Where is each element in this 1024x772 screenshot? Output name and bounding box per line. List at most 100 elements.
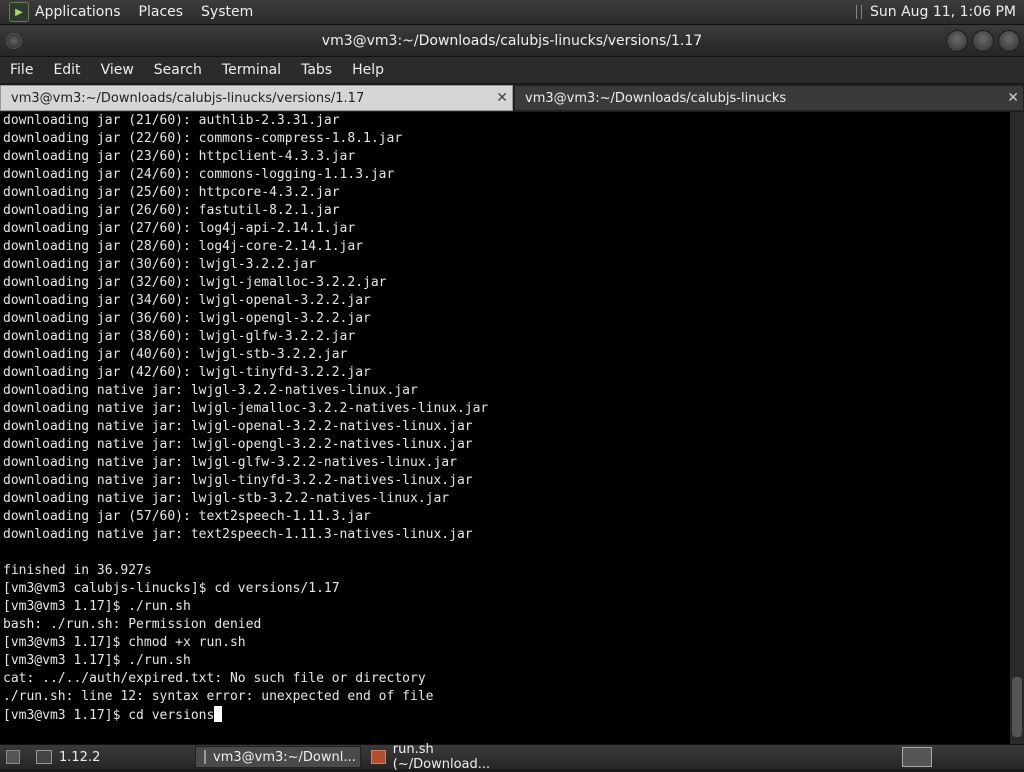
terminal-line: downloading jar (28/60): log4j-core-2.14… [0,238,1010,256]
terminal-line: downloading jar (57/60): text2speech-1.1… [0,508,1010,526]
bottom-panel: 1.12.2 vm3@vm3:~/Downl... run.sh (~/Down… [0,742,1024,772]
terminal-line: downloading native jar: lwjgl-tinyfd-3.2… [0,472,1010,490]
panel-separator-icon [856,5,862,19]
terminal-line-text: downloading jar (32/60): lwjgl-jemalloc-… [3,275,387,290]
terminal-line: [vm3@vm3 1.17]$ ./run.sh [0,652,1010,670]
terminal-line-text: downloading native jar: lwjgl-tinyfd-3.2… [3,473,473,488]
terminal-scrollbar[interactable] [1010,112,1024,744]
terminal-line-text: [vm3@vm3 1.17]$ ./run.sh [3,599,191,614]
menu-terminal[interactable]: Terminal [222,62,281,78]
terminal-line: bash: ./run.sh: Permission denied [0,616,1010,634]
terminal-line-text: downloading native jar: lwjgl-stb-3.2.2-… [3,491,450,506]
terminal-line-text: downloading jar (30/60): lwjgl-3.2.2.jar [3,257,317,272]
applications-icon[interactable]: ▶ [9,2,29,22]
terminal-line-text: downloading jar (26/60): fastutil-8.2.1.… [3,203,340,218]
terminal-line-text: downloading native jar: lwjgl-opengl-3.2… [3,437,473,452]
terminal-line-text: downloading jar (22/60): commons-compres… [3,131,403,146]
tab-close-icon[interactable]: ✕ [1007,90,1019,106]
tab-active[interactable]: vm3@vm3:~/Downloads/calubjs-linucks/vers… [0,85,513,111]
window-menu-icon[interactable] [6,33,22,49]
scrollbar-thumb[interactable] [1012,677,1022,737]
terminal-line-text: downloading jar (57/60): text2speech-1.1… [3,509,371,524]
terminal-line-text: downloading jar (40/60): lwjgl-stb-3.2.2… [3,347,348,362]
terminal-line-text: downloading native jar: lwjgl-glfw-3.2.2… [3,455,457,470]
terminal-line: downloading jar (23/60): httpclient-4.3.… [0,148,1010,166]
terminal-line-text: downloading jar (27/60): log4j-api-2.14.… [3,221,356,236]
window-titlebar[interactable]: vm3@vm3:~/Downloads/calubjs-linucks/vers… [0,25,1024,57]
tab-inactive[interactable]: vm3@vm3:~/Downloads/calubjs-linucks ✕ [514,85,1024,111]
text-editor-icon [371,750,386,764]
tab-bar: vm3@vm3:~/Downloads/calubjs-linucks/vers… [0,85,1024,112]
terminal-line: downloading jar (38/60): lwjgl-glfw-3.2.… [0,328,1010,346]
terminal-line: finished in 36.927s [0,562,1010,580]
terminal-line: downloading jar (25/60): httpcore-4.3.2.… [0,184,1010,202]
terminal-line: downloading jar (34/60): lwjgl-openal-3.… [0,292,1010,310]
terminal-line: downloading native jar: lwjgl-3.2.2-nati… [0,382,1010,400]
terminal-line-text: downloading native jar: text2speech-1.11… [3,527,473,542]
workspace-switcher[interactable] [902,747,932,767]
terminal-line-text: [vm3@vm3 1.17]$ ./run.sh [3,653,191,668]
window-title: vm3@vm3:~/Downloads/calubjs-linucks/vers… [321,32,703,49]
terminal-line: downloading jar (40/60): lwjgl-stb-3.2.2… [0,346,1010,364]
menu-applications[interactable]: Applications [35,4,121,20]
terminal-line: downloading jar (24/60): commons-logging… [0,166,1010,184]
clock[interactable]: Sun Aug 11, 1:06 PM [870,4,1016,20]
folder-icon [36,750,52,764]
terminal-line-text: downloading jar (42/60): lwjgl-tinyfd-3.… [3,365,371,380]
terminal-line: cat: ../../auth/expired.txt: No such fil… [0,670,1010,688]
menu-system[interactable]: System [201,4,253,20]
tab-label: vm3@vm3:~/Downloads/calubjs-linucks/vers… [11,90,365,106]
terminal-line: [vm3@vm3 1.17]$ chmod +x run.sh [0,634,1010,652]
taskbar-item-terminal[interactable]: vm3@vm3:~/Downl... [195,746,361,768]
terminal-line: downloading jar (22/60): commons-compres… [0,130,1010,148]
terminal-line: downloading jar (26/60): fastutil-8.2.1.… [0,202,1010,220]
menu-tabs[interactable]: Tabs [301,62,332,78]
taskbar-item-folder[interactable]: 1.12.2 [28,746,193,768]
terminal-cursor [214,706,223,722]
terminal-line: [vm3@vm3 1.17]$ cd versions [0,706,1010,724]
menu-view[interactable]: View [101,62,134,78]
terminal-line: [vm3@vm3 1.17]$ ./run.sh [0,598,1010,616]
terminal-line: downloading native jar: lwjgl-opengl-3.2… [0,436,1010,454]
terminal-line: downloading jar (36/60): lwjgl-opengl-3.… [0,310,1010,328]
terminal-line-text: downloading native jar: lwjgl-3.2.2-nati… [3,383,418,398]
terminal-line: downloading native jar: lwjgl-glfw-3.2.2… [0,454,1010,472]
minimize-button[interactable] [946,30,968,52]
close-window-button[interactable] [998,30,1020,52]
terminal-line-text: [vm3@vm3 1.17]$ cd versions [3,708,215,723]
terminal-line-text: downloading jar (24/60): commons-logging… [3,167,395,182]
terminal-line-text: ./run.sh: line 12: syntax error: unexpec… [3,689,434,704]
menu-help[interactable]: Help [352,62,384,78]
show-desktop-icon[interactable] [6,750,20,764]
tab-close-icon[interactable]: ✕ [496,90,508,106]
terminal-line: downloading native jar: lwjgl-stb-3.2.2-… [0,490,1010,508]
terminal-line-text: [vm3@vm3 calubjs-linucks]$ cd versions/1… [3,581,340,596]
terminal-line-text: downloading jar (23/60): httpclient-4.3.… [3,149,356,164]
menu-file[interactable]: File [10,62,33,78]
terminal-line: downloading jar (30/60): lwjgl-3.2.2.jar [0,256,1010,274]
top-panel: ▶ Applications Places System Sun Aug 11,… [0,0,1024,25]
terminal-icon [204,750,206,764]
terminal-output[interactable]: downloading jar (21/60): authlib-2.3.31.… [0,112,1010,744]
menu-edit[interactable]: Edit [53,62,80,78]
terminal-line-text: [vm3@vm3 1.17]$ chmod +x run.sh [3,635,246,650]
maximize-button[interactable] [972,30,994,52]
taskbar-label: 1.12.2 [59,749,101,765]
terminal-line-text: downloading native jar: lwjgl-jemalloc-3… [3,401,489,416]
terminal-line: downloading jar (27/60): log4j-api-2.14.… [0,220,1010,238]
terminal-line-text: downloading jar (36/60): lwjgl-opengl-3.… [3,311,371,326]
terminal-line: downloading jar (21/60): authlib-2.3.31.… [0,112,1010,130]
terminal-line: downloading jar (32/60): lwjgl-jemalloc-… [0,274,1010,292]
menu-places[interactable]: Places [139,4,184,20]
terminal-line: downloading native jar: lwjgl-jemalloc-3… [0,400,1010,418]
terminal-line: downloading native jar: text2speech-1.11… [0,526,1010,544]
terminal-line: downloading native jar: lwjgl-openal-3.2… [0,418,1010,436]
terminal-line-text: downloading jar (21/60): authlib-2.3.31.… [3,113,340,128]
terminal-line-text: cat: ../../auth/expired.txt: No such fil… [3,671,426,686]
terminal-line-text: downloading jar (25/60): httpcore-4.3.2.… [3,185,340,200]
taskbar-item-editor[interactable]: run.sh (~/Download... [363,742,531,772]
terminal-line-text: downloading native jar: lwjgl-openal-3.2… [3,419,473,434]
menu-search[interactable]: Search [154,62,202,78]
terminal-line-text: downloading jar (34/60): lwjgl-openal-3.… [3,293,371,308]
